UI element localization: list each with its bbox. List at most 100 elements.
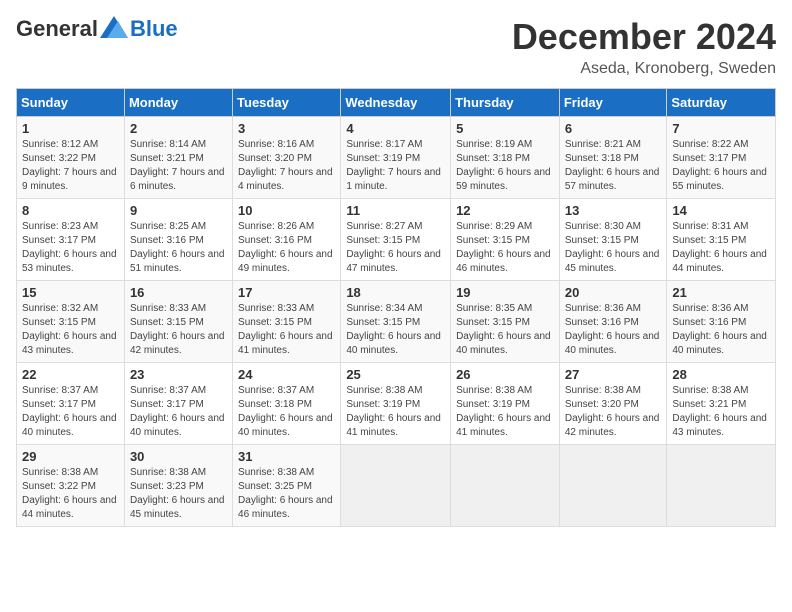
calendar-cell: 29 Sunrise: 8:38 AMSunset: 3:22 PMDayligh… xyxy=(17,445,125,527)
title-area: December 2024 Aseda, Kronoberg, Sweden xyxy=(512,16,776,78)
calendar-header-thursday: Thursday xyxy=(451,89,560,117)
day-info: Sunrise: 8:16 AMSunset: 3:20 PMDaylight:… xyxy=(238,138,335,194)
calendar-cell: 7Sunrise: 8:22 AMSunset: 3:17 PMDaylight… xyxy=(667,117,776,199)
day-info: Sunrise: 8:29 AMSunset: 3:15 PMDaylight:… xyxy=(456,220,554,276)
day-number: 2 xyxy=(130,121,227,136)
day-number: 30 xyxy=(130,449,227,464)
day-number: 9 xyxy=(130,203,227,218)
day-info: Sunrise: 8:23 AMSunset: 3:17 PMDaylight:… xyxy=(22,220,119,276)
day-info: Sunrise: 8:38 AMSunset: 3:19 PMDaylight:… xyxy=(456,384,554,440)
location-title: Aseda, Kronoberg, Sweden xyxy=(512,60,776,78)
calendar-header-row: SundayMondayTuesdayWednesdayThursdayFrid… xyxy=(17,89,776,117)
day-number: 27 xyxy=(565,367,662,382)
calendar-cell: 8 Sunrise: 8:23 AMSunset: 3:17 PMDaylight… xyxy=(17,199,125,281)
day-number: 23 xyxy=(130,367,227,382)
day-info: Sunrise: 8:37 AMSunset: 3:17 PMDaylight:… xyxy=(22,384,119,440)
day-number: 1 xyxy=(22,121,119,136)
day-info: Sunrise: 8:36 AMSunset: 3:16 PMDaylight:… xyxy=(672,302,770,358)
day-info: Sunrise: 8:38 AMSunset: 3:21 PMDaylight:… xyxy=(672,384,770,440)
day-info: Sunrise: 8:19 AMSunset: 3:18 PMDaylight:… xyxy=(456,138,554,194)
day-number: 12 xyxy=(456,203,554,218)
calendar-cell: 30 Sunrise: 8:38 AMSunset: 3:23 PMDayligh… xyxy=(124,445,232,527)
day-info: Sunrise: 8:22 AMSunset: 3:17 PMDaylight:… xyxy=(672,138,770,194)
day-number: 26 xyxy=(456,367,554,382)
day-number: 5 xyxy=(456,121,554,136)
logo-icon xyxy=(100,16,128,38)
logo-blue-text: Blue xyxy=(130,16,178,42)
calendar-cell: 21 Sunrise: 8:36 AMSunset: 3:16 PMDayligh… xyxy=(667,281,776,363)
day-number: 25 xyxy=(346,367,445,382)
calendar-header-saturday: Saturday xyxy=(667,89,776,117)
day-number: 15 xyxy=(22,285,119,300)
day-number: 17 xyxy=(238,285,335,300)
day-number: 10 xyxy=(238,203,335,218)
calendar-week-row: 22 Sunrise: 8:37 AMSunset: 3:17 PMDayligh… xyxy=(17,363,776,445)
day-info: Sunrise: 8:38 AMSunset: 3:19 PMDaylight:… xyxy=(346,384,445,440)
day-number: 4 xyxy=(346,121,445,136)
day-number: 11 xyxy=(346,203,445,218)
logo: General Blue xyxy=(16,16,178,42)
day-number: 14 xyxy=(672,203,770,218)
day-info: Sunrise: 8:38 AMSunset: 3:22 PMDaylight:… xyxy=(22,466,119,522)
calendar-cell: 31 Sunrise: 8:38 AMSunset: 3:25 PMDayligh… xyxy=(233,445,341,527)
calendar-header-tuesday: Tuesday xyxy=(233,89,341,117)
day-number: 18 xyxy=(346,285,445,300)
calendar-cell xyxy=(667,445,776,527)
calendar-header-monday: Monday xyxy=(124,89,232,117)
calendar-cell xyxy=(341,445,451,527)
day-info: Sunrise: 8:14 AMSunset: 3:21 PMDaylight:… xyxy=(130,138,227,194)
calendar-cell: 18 Sunrise: 8:34 AMSunset: 3:15 PMDayligh… xyxy=(341,281,451,363)
day-number: 19 xyxy=(456,285,554,300)
calendar-week-row: 8 Sunrise: 8:23 AMSunset: 3:17 PMDaylight… xyxy=(17,199,776,281)
day-info: Sunrise: 8:30 AMSunset: 3:15 PMDaylight:… xyxy=(565,220,662,276)
calendar-cell: 24Sunrise: 8:37 AMSunset: 3:18 PMDayligh… xyxy=(233,363,341,445)
header: General Blue December 2024 Aseda, Kronob… xyxy=(16,16,776,78)
calendar-cell: 4Sunrise: 8:17 AMSunset: 3:19 PMDaylight… xyxy=(341,117,451,199)
calendar-cell: 16 Sunrise: 8:33 AMSunset: 3:15 PMDayligh… xyxy=(124,281,232,363)
calendar-cell: 27 Sunrise: 8:38 AMSunset: 3:20 PMDayligh… xyxy=(559,363,667,445)
day-info: Sunrise: 8:38 AMSunset: 3:25 PMDaylight:… xyxy=(238,466,335,522)
day-info: Sunrise: 8:21 AMSunset: 3:18 PMDaylight:… xyxy=(565,138,662,194)
calendar-header-sunday: Sunday xyxy=(17,89,125,117)
calendar-week-row: 15 Sunrise: 8:32 AMSunset: 3:15 PMDayligh… xyxy=(17,281,776,363)
day-info: Sunrise: 8:26 AMSunset: 3:16 PMDaylight:… xyxy=(238,220,335,276)
day-number: 3 xyxy=(238,121,335,136)
calendar-cell: 5 Sunrise: 8:19 AMSunset: 3:18 PMDaylight… xyxy=(451,117,560,199)
calendar-cell: 26 Sunrise: 8:38 AMSunset: 3:19 PMDayligh… xyxy=(451,363,560,445)
calendar-cell: 3 Sunrise: 8:16 AMSunset: 3:20 PMDaylight… xyxy=(233,117,341,199)
day-info: Sunrise: 8:34 AMSunset: 3:15 PMDaylight:… xyxy=(346,302,445,358)
day-number: 8 xyxy=(22,203,119,218)
day-info: Sunrise: 8:35 AMSunset: 3:15 PMDaylight:… xyxy=(456,302,554,358)
day-info: Sunrise: 8:32 AMSunset: 3:15 PMDaylight:… xyxy=(22,302,119,358)
day-info: Sunrise: 8:38 AMSunset: 3:23 PMDaylight:… xyxy=(130,466,227,522)
day-info: Sunrise: 8:33 AMSunset: 3:15 PMDaylight:… xyxy=(130,302,227,358)
calendar-cell: 15 Sunrise: 8:32 AMSunset: 3:15 PMDayligh… xyxy=(17,281,125,363)
calendar-cell: 19 Sunrise: 8:35 AMSunset: 3:15 PMDayligh… xyxy=(451,281,560,363)
calendar-cell: 20Sunrise: 8:36 AMSunset: 3:16 PMDayligh… xyxy=(559,281,667,363)
calendar-cell: 11 Sunrise: 8:27 AMSunset: 3:15 PMDayligh… xyxy=(341,199,451,281)
calendar-header-friday: Friday xyxy=(559,89,667,117)
day-info: Sunrise: 8:27 AMSunset: 3:15 PMDaylight:… xyxy=(346,220,445,276)
calendar-cell: 2 Sunrise: 8:14 AMSunset: 3:21 PMDaylight… xyxy=(124,117,232,199)
calendar-header-wednesday: Wednesday xyxy=(341,89,451,117)
day-number: 31 xyxy=(238,449,335,464)
day-number: 24 xyxy=(238,367,335,382)
logo-general-text: General xyxy=(16,16,98,42)
day-number: 16 xyxy=(130,285,227,300)
calendar-cell xyxy=(451,445,560,527)
calendar-cell: 17Sunrise: 8:33 AMSunset: 3:15 PMDayligh… xyxy=(233,281,341,363)
calendar-table: SundayMondayTuesdayWednesdayThursdayFrid… xyxy=(16,88,776,527)
day-info: Sunrise: 8:31 AMSunset: 3:15 PMDaylight:… xyxy=(672,220,770,276)
month-title: December 2024 xyxy=(512,16,776,58)
day-number: 13 xyxy=(565,203,662,218)
calendar-cell: 6Sunrise: 8:21 AMSunset: 3:18 PMDaylight… xyxy=(559,117,667,199)
calendar-cell: 10 Sunrise: 8:26 AMSunset: 3:16 PMDayligh… xyxy=(233,199,341,281)
day-number: 21 xyxy=(672,285,770,300)
day-number: 29 xyxy=(22,449,119,464)
day-info: Sunrise: 8:36 AMSunset: 3:16 PMDaylight:… xyxy=(565,302,662,358)
day-number: 22 xyxy=(22,367,119,382)
calendar-cell: 14 Sunrise: 8:31 AMSunset: 3:15 PMDayligh… xyxy=(667,199,776,281)
day-number: 28 xyxy=(672,367,770,382)
calendar-week-row: 1Sunrise: 8:12 AMSunset: 3:22 PMDaylight… xyxy=(17,117,776,199)
day-info: Sunrise: 8:38 AMSunset: 3:20 PMDaylight:… xyxy=(565,384,662,440)
